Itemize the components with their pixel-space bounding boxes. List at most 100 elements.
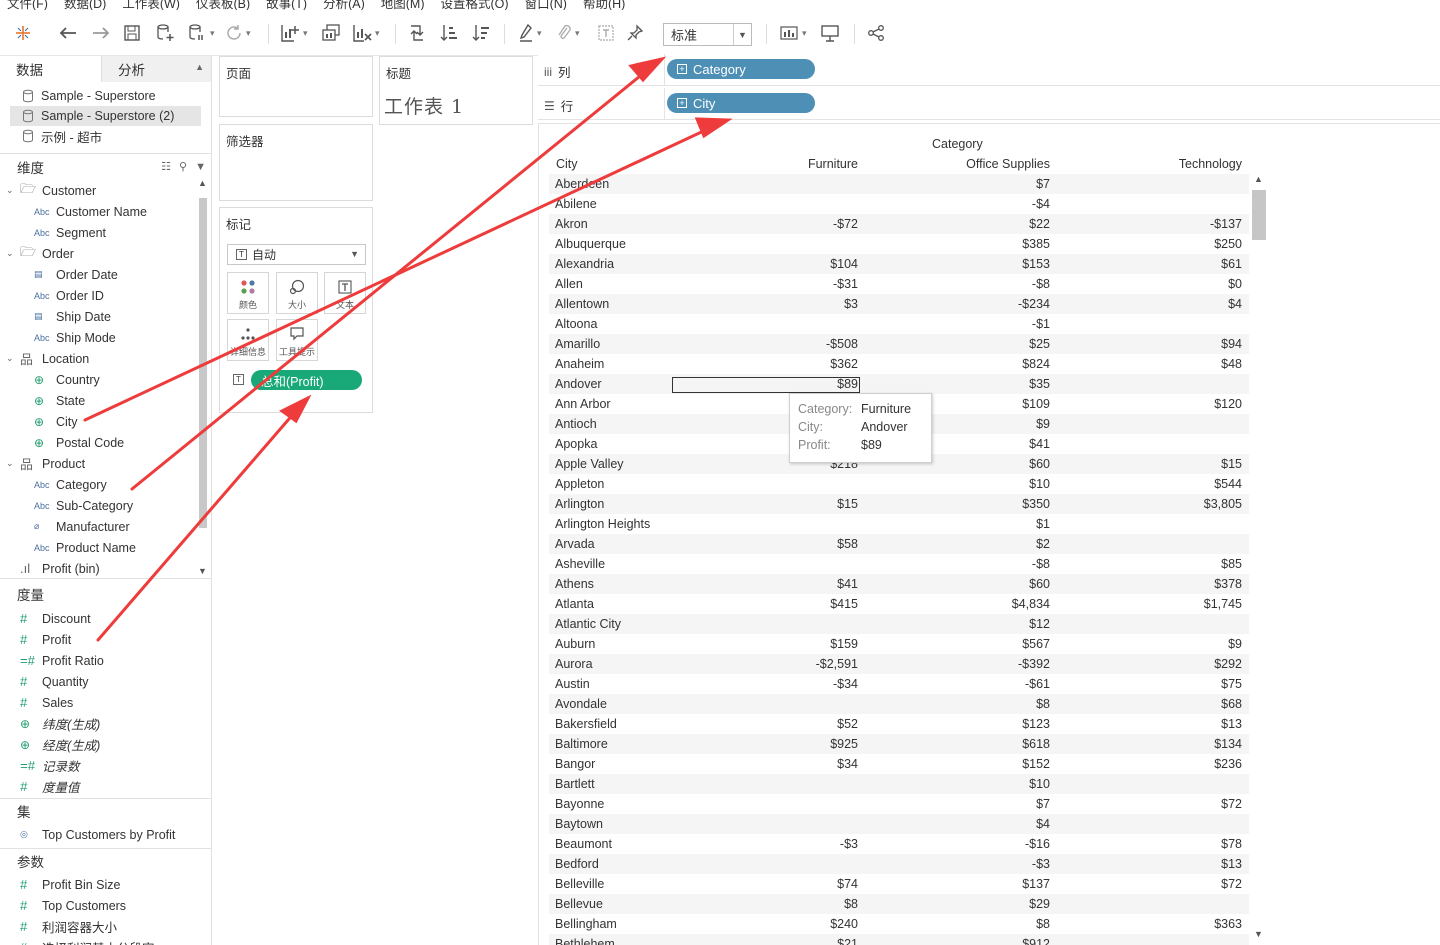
dimension-field[interactable]: Abc Ship Mode — [34, 327, 116, 348]
highlight-icon[interactable]: ▾ — [518, 20, 542, 46]
furniture-cell[interactable]: $362 — [830, 357, 858, 371]
furniture-header[interactable]: Furniture — [808, 157, 858, 171]
dimension-field[interactable]: ⌄ 🗁 Order — [6, 243, 74, 264]
city-cell[interactable]: Bellevue — [555, 897, 603, 911]
datasource-item[interactable]: Sample - Superstore (2) — [10, 106, 201, 126]
city-cell[interactable]: Bakersfield — [555, 717, 617, 731]
city-cell[interactable]: Bartlett — [555, 777, 595, 791]
city-cell[interactable]: Atlantic City — [555, 617, 621, 631]
swap-icon[interactable] — [407, 20, 427, 46]
new-datasource-icon[interactable] — [155, 20, 175, 46]
office-supplies-cell[interactable]: $41 — [1029, 437, 1050, 451]
city-row-pill[interactable]: + City — [667, 93, 815, 113]
menu-item[interactable]: 窗口(N) — [525, 0, 567, 10]
size-button[interactable]: 大小 — [276, 272, 318, 314]
menu-item[interactable]: 地图(M) — [381, 0, 425, 10]
furniture-cell[interactable]: -$2,591 — [816, 657, 858, 671]
technology-cell[interactable]: $75 — [1221, 677, 1242, 691]
technology-cell[interactable]: $68 — [1221, 697, 1242, 711]
duplicate-icon[interactable] — [321, 20, 341, 46]
office-supplies-cell[interactable]: $25 — [1029, 337, 1050, 351]
technology-cell[interactable]: $72 — [1221, 797, 1242, 811]
furniture-cell[interactable]: $58 — [837, 537, 858, 551]
tab-data[interactable]: 数据 — [0, 56, 101, 82]
technology-cell[interactable]: $0 — [1228, 277, 1242, 291]
office-supplies-cell[interactable]: $912 — [1022, 937, 1050, 945]
office-supplies-cell[interactable]: $137 — [1022, 877, 1050, 891]
office-supplies-cell[interactable]: $567 — [1022, 637, 1050, 651]
dimension-field[interactable]: .ıl Profit (bin) — [20, 558, 100, 579]
dimension-field[interactable]: ⌄ 🗁 Customer — [6, 180, 96, 201]
office-supplies-cell[interactable]: $385 — [1022, 237, 1050, 251]
tab-analysis[interactable]: 分析 ▲ — [101, 56, 211, 82]
city-cell[interactable]: Allen — [555, 277, 583, 291]
office-supplies-cell[interactable]: -$16 — [1025, 837, 1050, 851]
furniture-cell[interactable]: -$72 — [833, 217, 858, 231]
office-supplies-cell[interactable]: $10 — [1029, 777, 1050, 791]
office-supplies-cell[interactable]: -$3 — [1032, 857, 1050, 871]
refresh-icon[interactable]: ▾ — [225, 20, 251, 46]
office-supplies-cell[interactable]: $8 — [1036, 697, 1050, 711]
expand-chevron-icon[interactable]: ⌄ — [6, 353, 20, 364]
city-cell[interactable]: Arlington — [555, 497, 604, 511]
furniture-cell[interactable]: -$3 — [840, 837, 858, 851]
city-cell[interactable]: Belleville — [555, 877, 604, 891]
technology-cell[interactable]: $85 — [1221, 557, 1242, 571]
city-cell[interactable]: Atlanta — [555, 597, 594, 611]
dimension-field[interactable]: Abc Product Name — [34, 537, 136, 558]
furniture-cell[interactable]: $21 — [837, 937, 858, 945]
measure-field[interactable]: # Profit — [20, 629, 71, 650]
dimension-field[interactable]: ⌄ 品 Product — [6, 453, 85, 474]
scroll-down-icon[interactable]: ▼ — [1254, 929, 1263, 939]
furniture-cell[interactable]: $415 — [830, 597, 858, 611]
measure-field[interactable]: ⊕ 经度(生成) — [20, 734, 100, 755]
city-cell[interactable]: Asheville — [555, 557, 605, 571]
measure-field[interactable]: ⊕ 纬度(生成) — [20, 713, 100, 734]
scroll-thumb[interactable] — [199, 198, 207, 528]
label-icon[interactable] — [597, 20, 615, 46]
expand-plus-icon[interactable]: + — [677, 64, 687, 74]
city-cell[interactable]: Arlington Heights — [555, 517, 650, 531]
dimension-field[interactable]: ⌀ Manufacturer — [34, 516, 130, 537]
furniture-cell[interactable]: $52 — [837, 717, 858, 731]
technology-cell[interactable]: $4 — [1228, 297, 1242, 311]
dimension-field[interactable]: ⊕ State — [34, 390, 85, 411]
dimension-field[interactable]: ⊕ City — [34, 411, 78, 432]
office-supplies-cell[interactable]: $152 — [1022, 757, 1050, 771]
city-cell[interactable]: Albuquerque — [555, 237, 626, 251]
office-supplies-cell[interactable]: -$4 — [1032, 197, 1050, 211]
category-column-pill[interactable]: + Category — [667, 59, 815, 79]
technology-cell[interactable]: $72 — [1221, 877, 1242, 891]
technology-cell[interactable]: $94 — [1221, 337, 1242, 351]
city-cell[interactable]: Ann Arbor — [555, 397, 611, 411]
furniture-cell[interactable]: $159 — [830, 637, 858, 651]
new-worksheet-icon[interactable]: ▾ — [280, 20, 308, 46]
office-supplies-cell[interactable]: $12 — [1029, 617, 1050, 631]
measure-field[interactable]: # 度量值 — [20, 776, 80, 797]
fit-select[interactable]: 标准 ▼ — [663, 23, 752, 46]
city-cell[interactable]: Allentown — [555, 297, 609, 311]
dimension-field[interactable]: Abc Sub-Category — [34, 495, 133, 516]
city-cell[interactable]: Appleton — [555, 477, 604, 491]
set-field[interactable]: ◎ Top Customers by Profit — [20, 824, 175, 845]
city-cell[interactable]: Aberdeen — [555, 177, 609, 191]
expand-chevron-icon[interactable]: ⌄ — [6, 248, 20, 259]
office-supplies-cell[interactable]: $153 — [1022, 257, 1050, 271]
parameter-field[interactable]: # Profit Bin Size — [20, 874, 121, 895]
measure-field[interactable]: # Discount — [20, 608, 91, 629]
technology-cell[interactable]: $3,805 — [1204, 497, 1242, 511]
clear-icon[interactable]: ▾ — [352, 20, 380, 46]
office-supplies-cell[interactable]: $60 — [1029, 457, 1050, 471]
city-cell[interactable]: Abilene — [555, 197, 597, 211]
technology-cell[interactable]: $61 — [1221, 257, 1242, 271]
office-supplies-cell[interactable]: $824 — [1022, 357, 1050, 371]
office-supplies-cell[interactable]: $123 — [1022, 717, 1050, 731]
technology-cell[interactable]: $292 — [1214, 657, 1242, 671]
furniture-cell[interactable]: $8 — [844, 897, 858, 911]
city-cell[interactable]: Bayonne — [555, 797, 604, 811]
office-supplies-cell[interactable]: -$392 — [1018, 657, 1050, 671]
menu-item[interactable]: 分析(A) — [323, 0, 365, 10]
furniture-cell[interactable]: -$34 — [833, 677, 858, 691]
search-icon[interactable]: ⚲ — [179, 160, 187, 173]
office-supplies-cell[interactable]: $60 — [1029, 577, 1050, 591]
